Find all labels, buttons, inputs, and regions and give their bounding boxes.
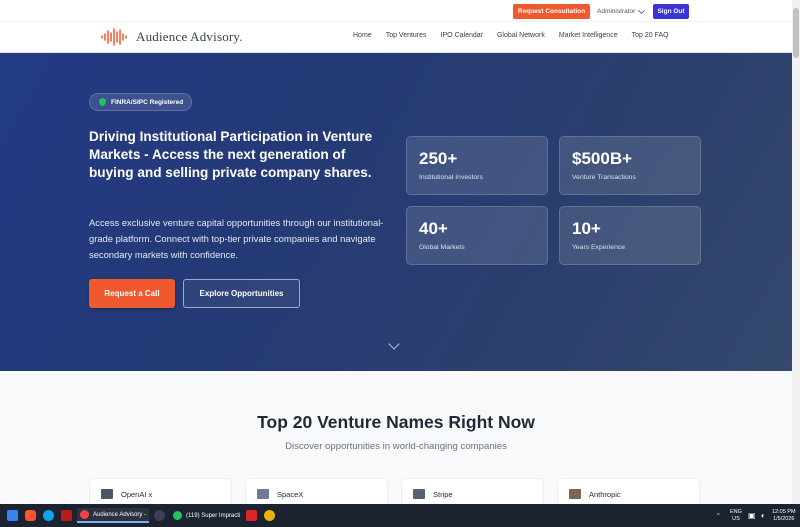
stat-label: Global Markets <box>419 244 465 251</box>
nav-item-ipo-calendar[interactable]: IPO Calendar <box>441 32 483 39</box>
company-name: OpenAI x <box>121 490 153 499</box>
browser-tab-icon <box>80 510 89 519</box>
top-utility-bar: Request Consultation Administrator Sign … <box>0 0 800 22</box>
scrollbar-thumb[interactable] <box>793 8 799 58</box>
clock-time: 12:05 PM <box>772 508 796 515</box>
taskbar-task-audience-advisory[interactable]: Audience Advisory - <box>77 508 150 523</box>
stat-label: Years Experience <box>572 244 626 251</box>
stat-label: Venture Transactions <box>572 174 636 181</box>
company-logo <box>101 489 113 499</box>
company-logo <box>413 489 425 499</box>
nav-menu: Home Top Ventures IPO Calendar Global Ne… <box>353 32 669 39</box>
venture-card-openai[interactable]: OpenAI x <box>89 478 232 504</box>
chevron-down-icon <box>638 6 646 14</box>
venture-card-anthropic[interactable]: Anthropic <box>557 478 700 504</box>
admin-menu[interactable]: Administrator <box>597 4 646 19</box>
nav-item-faq[interactable]: Top 20 FAQ <box>632 32 669 39</box>
venture-card-stripe[interactable]: Stripe <box>401 478 544 504</box>
nav-item-top-ventures[interactable]: Top Ventures <box>386 32 427 39</box>
taskbar-task-video[interactable]: (119) Super Impracti <box>170 508 243 523</box>
stat-card-investors: 250+ Institutional Investors <box>406 136 548 195</box>
region-code: US <box>732 515 740 522</box>
admin-label: Administrator <box>597 8 636 15</box>
soundwave-icon <box>101 28 127 46</box>
section-title: Top 20 Venture Names Right Now <box>257 412 535 432</box>
section-subtitle: Discover opportunities in world-changing… <box>285 441 507 452</box>
scroll-down-chevron-icon[interactable] <box>388 338 400 350</box>
stat-label: Institutional Investors <box>419 174 483 181</box>
chrome-icon[interactable] <box>264 510 275 521</box>
network-icon[interactable]: ▣ <box>748 504 756 527</box>
company-name: Anthropic <box>589 490 621 499</box>
shield-icon <box>99 98 106 106</box>
top-ventures-section: Top 20 Venture Names Right Now Discover … <box>0 371 792 504</box>
explore-opportunities-button[interactable]: Explore Opportunities <box>183 279 300 308</box>
nav-item-global-network[interactable]: Global Network <box>497 32 545 39</box>
tray-overflow-chevron-icon[interactable]: ^ <box>717 504 720 527</box>
chrome-icon <box>173 511 182 520</box>
registration-badge: FINRA/SIPC Registered <box>89 93 193 111</box>
company-logo <box>257 489 269 499</box>
request-consultation-button[interactable]: Request Consultation <box>513 4 590 19</box>
task-label: (119) Super Impracti <box>186 512 241 519</box>
brand-name: Audience Advisory. <box>136 29 243 44</box>
hero-headline: Driving Institutional Participation in V… <box>89 129 373 180</box>
volume-icon[interactable]: ◖ <box>760 504 765 527</box>
company-logo <box>569 489 581 499</box>
badge-text: FINRA/SIPC Registered <box>111 98 184 106</box>
stat-card-markets: 40+ Global Markets <box>406 206 548 265</box>
app-icon[interactable] <box>61 510 72 521</box>
clock-date: 1/5/2026 <box>773 515 795 522</box>
os-taskbar: Audience Advisory - (119) Super Impracti… <box>0 504 800 527</box>
company-name: Stripe <box>433 490 453 499</box>
nav-item-home[interactable]: Home <box>353 32 372 39</box>
filezilla-icon[interactable] <box>246 510 257 521</box>
stat-value: 40+ <box>419 219 448 238</box>
sign-out-button[interactable]: Sign Out <box>653 4 689 19</box>
start-icon[interactable] <box>7 510 18 521</box>
brand-logo[interactable]: Audience Advisory. <box>100 28 243 46</box>
stat-value: 250+ <box>419 149 458 168</box>
app-icon[interactable] <box>154 510 165 521</box>
stat-card-transactions: $500B+ Venture Transactions <box>559 136 701 195</box>
hero-section: FINRA/SIPC Registered Driving Institutio… <box>0 53 792 371</box>
brave-browser-icon[interactable] <box>25 510 36 521</box>
stat-value: $500B+ <box>572 149 633 168</box>
stat-card-experience: 10+ Years Experience <box>559 206 701 265</box>
language-code: ENG <box>730 508 742 515</box>
language-indicator[interactable]: ENG US <box>730 504 742 527</box>
stat-value: 10+ <box>572 219 601 238</box>
clock[interactable]: 12:05 PM 1/5/2026 <box>772 504 796 527</box>
edge-browser-icon[interactable] <box>43 510 54 521</box>
nav-item-market-intelligence[interactable]: Market Intelligence <box>559 32 618 39</box>
page-scrollbar[interactable] <box>792 0 800 504</box>
hero-description: Access exclusive venture capital opportu… <box>89 217 384 260</box>
main-nav: Audience Advisory. Home Top Ventures IPO… <box>0 22 792 53</box>
company-name: SpaceX <box>277 490 304 499</box>
venture-card-spacex[interactable]: SpaceX <box>245 478 388 504</box>
request-call-button[interactable]: Request a Call <box>89 279 175 308</box>
task-label: Audience Advisory - <box>93 511 147 518</box>
